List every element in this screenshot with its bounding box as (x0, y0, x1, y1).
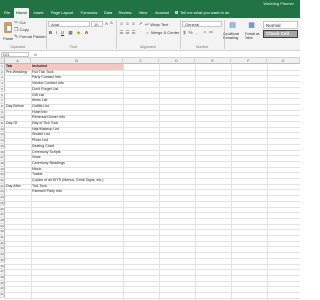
merge-icon: ⇔ (145, 30, 150, 36)
conditional-formatting-label[interactable]: Conditional Formatting (223, 32, 243, 40)
copy-button[interactable]: ❐ Copy (14, 27, 29, 33)
format-as-table-icon[interactable]: ▦ (247, 21, 256, 30)
tab-page-layout[interactable]: Page Layout (48, 8, 76, 18)
tab-review[interactable]: Review (116, 8, 134, 18)
font-group-label: Font (70, 45, 78, 49)
paste-button[interactable] (3, 21, 13, 34)
paste-label: Paste (3, 36, 14, 41)
paste-sheet-icon (6, 25, 12, 32)
bold-icon[interactable]: B (48, 30, 53, 35)
merge-center-button[interactable]: ⇔ Merge & Center (145, 30, 179, 36)
percent-icon[interactable]: % (188, 30, 193, 35)
tab-file[interactable]: File (2, 8, 12, 18)
scissors-icon: ✂ (14, 20, 19, 26)
format-as-table-label[interactable]: Format as Table (245, 32, 261, 40)
tab-home[interactable]: Home (14, 8, 29, 18)
italic-icon[interactable]: I (54, 30, 59, 35)
ribbon-tabs: File Home Insert Page Layout Formulas Da… (0, 7, 300, 18)
ribbon-divider (180, 20, 181, 49)
conditional-formatting-icon[interactable]: ▤ (228, 21, 237, 30)
ribbon-divider (116, 20, 117, 49)
align-top-icon[interactable]: ≡ (119, 21, 124, 26)
gridline (267, 64, 268, 300)
clipboard-group-label: Clipboard (10, 45, 25, 49)
underline-icon[interactable]: U (60, 30, 65, 35)
tab-data[interactable]: Data (102, 8, 114, 18)
paintbrush-icon: ✎ (14, 34, 19, 40)
format-painter-label: Format Painter (19, 34, 46, 39)
tell-me-text: Tell me what you want to do (180, 10, 230, 15)
align-center-icon[interactable]: ☰ (125, 30, 130, 35)
currency-icon[interactable]: $ (182, 30, 187, 35)
formula-input[interactable] (44, 51, 298, 58)
column-header-g[interactable]: G (267, 58, 300, 64)
increase-decimal-icon[interactable]: .0 (202, 30, 207, 35)
font-size-select[interactable]: 10 (91, 21, 103, 27)
function-icon[interactable]: fx (34, 51, 37, 58)
lightbulb-icon (175, 11, 178, 15)
window-title: Wedding Planner (263, 1, 294, 6)
borders-icon[interactable]: ▦ (68, 30, 73, 35)
comma-icon[interactable]: , (194, 30, 199, 35)
column-header-f[interactable]: F (231, 58, 267, 64)
wrap-text-label: Wrap Text (150, 22, 169, 27)
cell-b[interactable] (31, 292, 166, 298)
cut-label: Cut (19, 20, 26, 25)
font-family-select[interactable]: Arial (48, 21, 90, 27)
format-painter-button[interactable]: ✎ Format Painter (14, 34, 46, 40)
column-header-e[interactable]: E (195, 58, 231, 64)
align-left-icon[interactable]: ☰ (119, 30, 124, 35)
ribbon-divider (46, 20, 47, 49)
merge-center-label: Merge & Center (151, 30, 180, 35)
cell-a[interactable] (5, 292, 31, 298)
cut-button[interactable]: ✂ Cut (14, 20, 26, 26)
tab-insert[interactable]: Insert (31, 8, 46, 18)
decrease-decimal-icon[interactable]: .00 (208, 30, 213, 35)
orientation-icon[interactable]: ↗ (138, 21, 143, 26)
copy-label: Copy (19, 27, 29, 32)
align-bottom-icon[interactable]: ≡ (131, 21, 136, 26)
align-middle-icon[interactable]: ≡ (125, 21, 130, 26)
number-group-label: Number (196, 45, 209, 49)
shrink-font-icon[interactable]: A (109, 21, 114, 26)
formula-bar: D21 fx (0, 51, 300, 58)
tab-formulas[interactable]: Formulas (78, 8, 100, 18)
number-format-select[interactable]: General (182, 21, 222, 27)
name-box[interactable]: D21 (1, 52, 29, 57)
fill-color-icon[interactable]: ◆ (76, 30, 81, 35)
gridline (5, 297, 300, 299)
font-color-icon[interactable]: A (84, 30, 89, 35)
style-check-cell[interactable]: Check Cell (263, 30, 298, 38)
wrap-text-button[interactable]: ↵ Wrap Text (145, 22, 168, 28)
ribbon: Paste ✂ Cut ❐ Copy ✎ Format Painter Clip… (0, 18, 300, 51)
copy-icon: ❐ (14, 27, 19, 33)
alignment-group-label: Alignment (140, 45, 156, 49)
gridline (195, 64, 196, 300)
title-bar: Wedding Planner (0, 0, 300, 7)
tell-me-search[interactable]: Tell me what you want to do (175, 8, 229, 18)
tab-view[interactable]: View (136, 8, 150, 18)
align-right-icon[interactable]: ☰ (131, 30, 136, 35)
wrap-text-icon: ↵ (145, 22, 150, 28)
style-normal[interactable]: Normal (263, 21, 298, 29)
tab-acrobat[interactable]: Acrobat (152, 8, 172, 18)
spreadsheet-grid[interactable]: A B C D E F G H 1TabIncluded2Pre-Wedding… (0, 58, 300, 300)
gridline (231, 64, 232, 300)
